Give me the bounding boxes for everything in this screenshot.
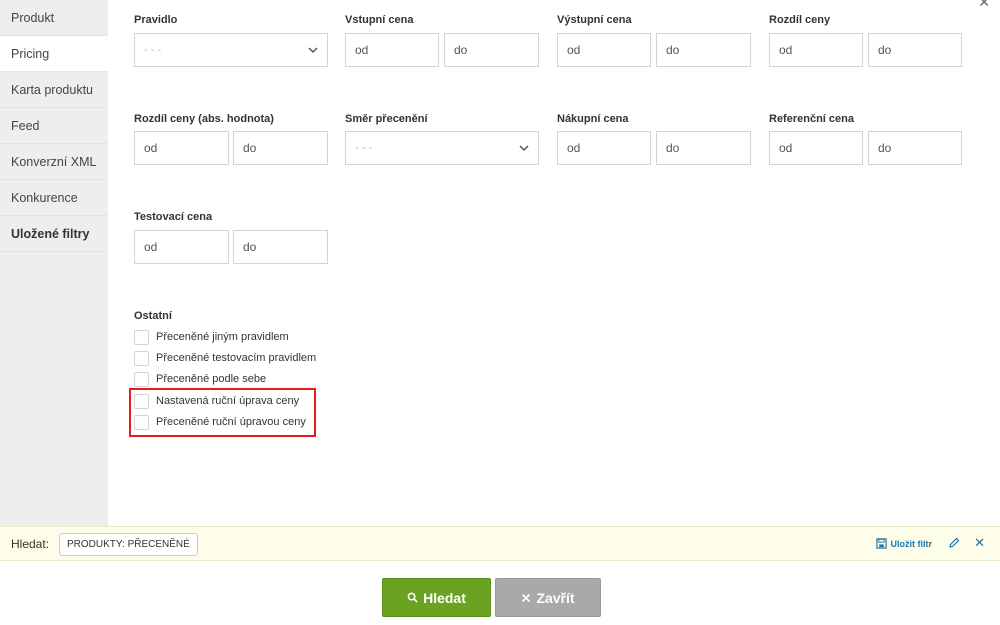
testovaci-cena-from-input[interactable] (134, 230, 229, 264)
sidebar-item-pricing[interactable]: Pricing (0, 36, 108, 72)
save-filter-label: Uložit filtr (890, 538, 933, 549)
vstupni-cena-label: Vstupní cena (345, 14, 414, 26)
smer-preceneni-label: Směr přecenění (345, 113, 428, 125)
referencni-cena-label: Referenční cena (769, 113, 854, 125)
checkbox-preceneni-jinym-pravidlem[interactable]: Přeceněné jiným pravidlem (134, 328, 289, 346)
referencni-cena-to-input[interactable] (868, 131, 962, 165)
vystupni-cena-label: Výstupní cena (557, 14, 632, 26)
sidebar: Produkt Pricing Karta produktu Feed Konv… (0, 0, 108, 526)
close-icon[interactable]: ✕ (974, 535, 985, 551)
checkbox-preceneni-rucni-upravou[interactable]: Přeceněné ruční úpravou ceny (134, 413, 306, 431)
rozdil-ceny-abs-label: Rozdíl ceny (abs. hodnota) (134, 113, 274, 125)
close-icon[interactable]: ✕ (978, 0, 990, 11)
rozdil-ceny-from-input[interactable] (769, 33, 863, 67)
sidebar-item-produkt[interactable]: Produkt (0, 0, 108, 36)
testovaci-cena-to-input[interactable] (233, 230, 328, 264)
save-filter-button[interactable]: Uložit filtr (875, 538, 933, 549)
search-bar: Hledat: PRODUKTY: PŘECENĚNÉ Uložit filtr… (0, 526, 1000, 561)
pencil-icon[interactable] (948, 537, 960, 549)
pravidlo-select[interactable]: - - - (134, 33, 328, 67)
checkbox-preceneni-testovacim-pravidlem[interactable]: Přeceněné testovacím pravidlem (134, 349, 316, 367)
search-icon (407, 592, 418, 603)
checkbox[interactable] (134, 329, 149, 345)
checkbox[interactable] (134, 371, 149, 387)
chevron-down-icon (308, 47, 318, 54)
nakupni-cena-label: Nákupní cena (557, 113, 629, 125)
vstupni-cena-to-input[interactable] (444, 33, 539, 67)
nakupni-cena-from-input[interactable] (557, 131, 651, 165)
pravidlo-label: Pravidlo (134, 14, 178, 26)
checkbox[interactable] (134, 414, 149, 430)
checkbox-label: Přeceněné podle sebe (156, 373, 267, 385)
checkbox[interactable] (134, 393, 149, 409)
chevron-down-icon (519, 145, 529, 152)
sidebar-item-konkurence[interactable]: Konkurence (0, 180, 108, 216)
vstupni-cena-from-input[interactable] (345, 33, 439, 67)
close-icon (522, 593, 531, 602)
ostatni-label: Ostatní (134, 310, 172, 322)
checkbox-nastavena-rucni-uprava[interactable]: Nastavená ruční úprava ceny (134, 392, 299, 410)
sidebar-item-karta-produktu[interactable]: Karta produktu (0, 72, 108, 108)
close-button[interactable]: Zavřít (495, 578, 601, 617)
rozdil-ceny-label: Rozdíl ceny (769, 14, 831, 26)
checkbox-label: Přeceněné ruční úpravou ceny (156, 416, 306, 428)
close-button-label: Zavřít (536, 589, 575, 606)
search-button-label: Hledat (423, 589, 466, 606)
checkbox-label: Přeceněné jiným pravidlem (156, 331, 289, 343)
referencni-cena-from-input[interactable] (769, 131, 863, 165)
checkbox-label: Přeceněné testovacím pravidlem (156, 352, 317, 364)
checkbox-preceneni-podle-sebe[interactable]: Přeceněné podle sebe (134, 370, 266, 388)
search-tag[interactable]: PRODUKTY: PŘECENĚNÉ (59, 533, 198, 556)
rozdil-ceny-abs-to-input[interactable] (233, 131, 328, 165)
testovaci-cena-label: Testovací cena (134, 211, 213, 223)
pravidlo-value: - - - (144, 44, 162, 56)
sidebar-item-ulozene-filtry[interactable]: Uložené filtry (0, 216, 108, 252)
search-label: Hledat: (11, 537, 50, 551)
nakupni-cena-to-input[interactable] (656, 131, 751, 165)
save-icon (875, 538, 887, 549)
search-button[interactable]: Hledat (382, 578, 491, 617)
sidebar-item-feed[interactable]: Feed (0, 108, 108, 144)
smer-preceneni-value: - - - (355, 142, 373, 154)
rozdil-ceny-abs-from-input[interactable] (134, 131, 229, 165)
sidebar-item-konverzni-xml[interactable]: Konverzní XML (0, 144, 108, 180)
smer-preceneni-select[interactable]: - - - (345, 131, 539, 165)
rozdil-ceny-to-input[interactable] (868, 33, 962, 67)
vystupni-cena-from-input[interactable] (557, 33, 651, 67)
checkbox[interactable] (134, 350, 149, 366)
vystupni-cena-to-input[interactable] (656, 33, 751, 67)
checkbox-label: Nastavená ruční úprava ceny (156, 395, 300, 407)
